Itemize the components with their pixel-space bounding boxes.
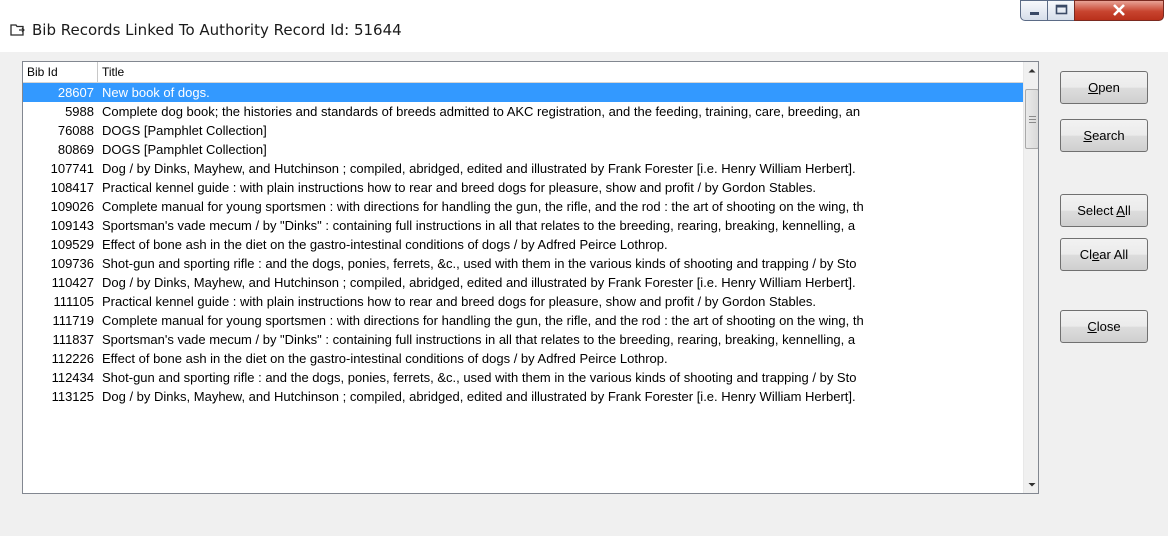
list-row[interactable]: 80869 DOGS [Pamphlet Collection] <box>23 140 1023 159</box>
bib-id-cell: 76088 <box>57 123 94 138</box>
list-row[interactable]: 111719 Complete manual for young sportsme… <box>23 311 1023 330</box>
bib-records-list[interactable]: Bib Id Title 28607 New book of dogs. 5988 C… <box>22 61 1039 494</box>
title-cell: Complete manual for young sportsmen : wi… <box>102 199 864 214</box>
bib-id-cell: 111837 <box>52 332 94 347</box>
bib-id-cell: 109529 <box>50 237 94 252</box>
list-row[interactable]: 108417 Practical kennel guide : with plai… <box>23 178 1023 197</box>
maximize-icon <box>1055 4 1068 15</box>
maximize-button[interactable] <box>1047 0 1075 21</box>
list-row[interactable]: 5988 Complete dog book; the histories and… <box>23 102 1023 121</box>
title-cell: Dog / by Dinks, Mayhew, and Hutchinson ;… <box>102 161 856 176</box>
bib-id-cell: 108417 <box>50 180 94 195</box>
list-rows: 28607 New book of dogs. 5988 Complete dog b… <box>23 83 1023 406</box>
bib-id-cell: 109143 <box>50 218 94 233</box>
bib-id-cell: 28607 <box>57 85 94 100</box>
minimize-button[interactable] <box>1020 0 1048 21</box>
title-cell: Dog / by Dinks, Mayhew, and Hutchinson ;… <box>102 275 856 290</box>
accelerator-key: A <box>1116 203 1125 218</box>
accelerator-key: S <box>1083 128 1093 143</box>
search-button[interactable]: Search <box>1060 119 1148 152</box>
chevron-down-icon <box>1028 483 1036 487</box>
bib-id-cell: 5988 <box>65 104 94 119</box>
bib-id-cell: 109026 <box>50 199 94 214</box>
bib-id-cell: 112434 <box>51 370 94 385</box>
button-label: pen <box>1098 80 1120 95</box>
accelerator-key: C <box>1087 319 1097 334</box>
scroll-up-button[interactable] <box>1024 62 1038 79</box>
bib-id-cell: 80869 <box>57 142 94 157</box>
chevron-up-icon <box>1028 69 1036 73</box>
clear-all-button[interactable]: Clear All <box>1060 238 1148 271</box>
button-label: lose <box>1096 319 1121 334</box>
list-row[interactable]: 109736 Shot-gun and sporting rifle : and … <box>23 254 1023 273</box>
bib-id-cell: 110427 <box>51 275 94 290</box>
list-row[interactable]: 76088 DOGS [Pamphlet Collection] <box>23 121 1023 140</box>
bib-id-cell: 109736 <box>50 256 94 271</box>
select-all-button[interactable]: Select All <box>1060 194 1148 227</box>
close-button[interactable]: Close <box>1060 310 1148 343</box>
title-cell: Effect of bone ash in the diet on the ga… <box>102 237 668 252</box>
close-icon <box>1113 4 1125 16</box>
title-cell: Complete dog book; the histories and sta… <box>102 104 861 119</box>
list-row[interactable]: 112434 Shot-gun and sporting rifle : and … <box>23 368 1023 387</box>
open-button[interactable]: Open <box>1060 71 1148 104</box>
accelerator-key: O <box>1088 80 1099 95</box>
title-cell: Sportsman's vade mecum / by "Dinks" : co… <box>102 332 856 347</box>
column-header-bib-id[interactable]: Bib Id <box>23 62 98 82</box>
list-row[interactable]: 113125 Dog / by Dinks, Mayhew, and Hutchi… <box>23 387 1023 406</box>
list-row[interactable]: 109026 Complete manual for young sportsme… <box>23 197 1023 216</box>
minimize-icon <box>1030 12 1039 15</box>
bib-records-window: Bib Records Linked To Authority Record I… <box>0 0 1168 536</box>
list-header: Bib Id Title <box>23 62 1023 83</box>
title-cell: DOGS [Pamphlet Collection] <box>102 123 267 138</box>
list-row[interactable]: 112226 Effect of bone ash in the diet on … <box>23 349 1023 368</box>
folder-link-icon <box>10 24 25 36</box>
title-cell: Practical kennel guide : with plain inst… <box>102 294 816 309</box>
bib-id-cell: 113125 <box>51 389 94 404</box>
title-cell: Complete manual for young sportsmen : wi… <box>102 313 864 328</box>
button-label: earch <box>1092 128 1125 143</box>
title-bar[interactable]: Bib Records Linked To Authority Record I… <box>0 0 1168 52</box>
window-title: Bib Records Linked To Authority Record I… <box>32 21 402 39</box>
grip-line <box>1029 119 1036 120</box>
list-row[interactable]: 110427 Dog / by Dinks, Mayhew, and Hutchi… <box>23 273 1023 292</box>
caption-buttons <box>1020 0 1165 22</box>
title-cell: Practical kennel guide : with plain inst… <box>102 180 816 195</box>
title-cell: Dog / by Dinks, Mayhew, and Hutchinson ;… <box>102 389 856 404</box>
title-cell: Shot-gun and sporting rifle : and the do… <box>102 256 857 271</box>
list-row[interactable]: 107741 Dog / by Dinks, Mayhew, and Hutchi… <box>23 159 1023 178</box>
bib-id-cell: 112226 <box>51 351 94 366</box>
close-window-button[interactable] <box>1074 0 1164 21</box>
button-label: ar All <box>1099 247 1129 262</box>
column-header-title[interactable]: Title <box>98 62 1023 82</box>
grip-line <box>1029 116 1036 117</box>
button-label: ll <box>1124 203 1131 218</box>
title-cell: DOGS [Pamphlet Collection] <box>102 142 267 157</box>
list-row[interactable]: 111105 Practical kennel guide : with plai… <box>23 292 1023 311</box>
grip-line <box>1029 122 1036 123</box>
scroll-down-button[interactable] <box>1024 476 1038 493</box>
list-row[interactable]: 28607 New book of dogs. <box>23 83 1023 102</box>
bib-id-cell: 111105 <box>53 294 95 309</box>
title-cell: Sportsman's vade mecum / by "Dinks" : co… <box>102 218 856 233</box>
title-cell: Shot-gun and sporting rifle : and the do… <box>102 370 857 385</box>
list-row[interactable]: 109143 Sportsman's vade mecum / by "Dinks… <box>23 216 1023 235</box>
button-label: Select <box>1077 203 1117 218</box>
button-label: Cl <box>1079 247 1093 262</box>
title-cell: Effect of bone ash in the diet on the ga… <box>102 351 668 366</box>
list-row[interactable]: 111837 Sportsman's vade mecum / by "Dinks… <box>23 330 1023 349</box>
scroll-thumb[interactable] <box>1025 89 1038 149</box>
vertical-scrollbar[interactable] <box>1023 62 1038 493</box>
list-row[interactable]: 109529 Effect of bone ash in the diet on … <box>23 235 1023 254</box>
bib-id-cell: 111719 <box>52 313 94 328</box>
title-cell: New book of dogs. <box>102 85 210 100</box>
bib-id-cell: 107741 <box>50 161 94 176</box>
